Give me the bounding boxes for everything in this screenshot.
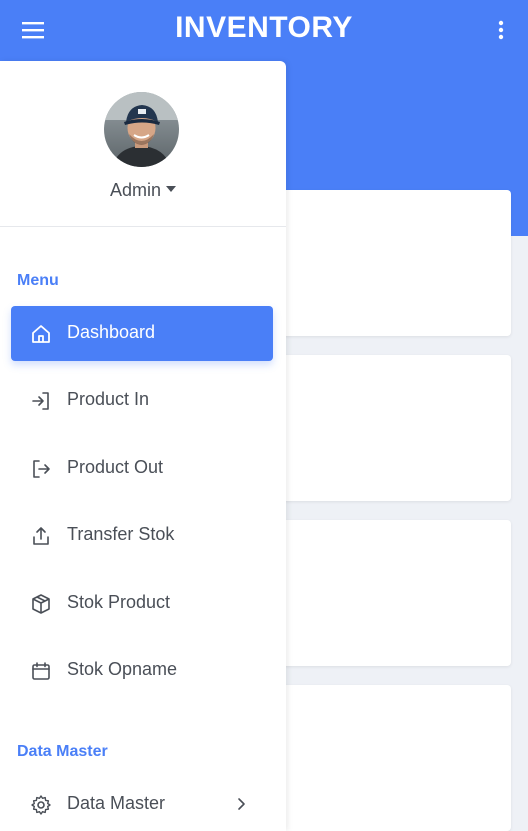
nav-item-stok-product[interactable]: Stok Product bbox=[11, 576, 273, 631]
caret-down-icon bbox=[166, 186, 177, 193]
gear-icon bbox=[31, 795, 51, 815]
nav-label-product-out: Product Out bbox=[67, 457, 164, 477]
chevron-right-icon bbox=[238, 798, 245, 810]
log-out-icon bbox=[33, 460, 50, 478]
user-avatar[interactable] bbox=[104, 92, 179, 167]
share-upload-icon bbox=[33, 527, 49, 545]
kebab-icon bbox=[498, 20, 504, 40]
section-menu-label: Menu bbox=[17, 272, 59, 289]
nav-item-product-in[interactable]: Product In bbox=[11, 373, 273, 428]
calendar-icon bbox=[32, 662, 50, 680]
content-card bbox=[270, 355, 511, 501]
profile-section: Admin bbox=[0, 61, 286, 227]
more-options-button[interactable] bbox=[492, 18, 510, 42]
nav-label-stok-product: Stok Product bbox=[67, 592, 171, 612]
home-icon bbox=[32, 325, 50, 343]
nav-label-transfer-stok: Transfer Stok bbox=[67, 524, 175, 544]
nav-label-stok-opname: Stok Opname bbox=[67, 659, 178, 679]
nav-label-dashboard: Dashboard bbox=[67, 322, 156, 342]
box-icon bbox=[32, 594, 50, 614]
nav-label-product-in: Product In bbox=[67, 389, 150, 409]
nav-label-data-master: Data Master bbox=[67, 793, 166, 813]
navigation-drawer: Admin Menu Dashboard Product In Product … bbox=[0, 61, 286, 831]
nav-item-data-master[interactable]: Data Master bbox=[11, 777, 273, 831]
nav-item-dashboard[interactable]: Dashboard bbox=[11, 306, 273, 361]
avatar-image bbox=[104, 92, 179, 167]
nav-item-product-out[interactable]: Product Out bbox=[11, 441, 273, 496]
user-menu[interactable]: Admin bbox=[0, 180, 286, 201]
nav-item-stok-opname[interactable]: Stok Opname bbox=[11, 643, 273, 698]
content-card bbox=[270, 685, 511, 831]
app-title: INVENTORY bbox=[175, 11, 353, 44]
nav-item-transfer-stok[interactable]: Transfer Stok bbox=[11, 508, 273, 563]
log-in-icon bbox=[32, 392, 49, 410]
section-data-master-label: Data Master bbox=[17, 743, 108, 760]
user-name: Admin bbox=[109, 180, 162, 200]
content-card bbox=[270, 520, 511, 666]
content-card bbox=[270, 190, 511, 336]
